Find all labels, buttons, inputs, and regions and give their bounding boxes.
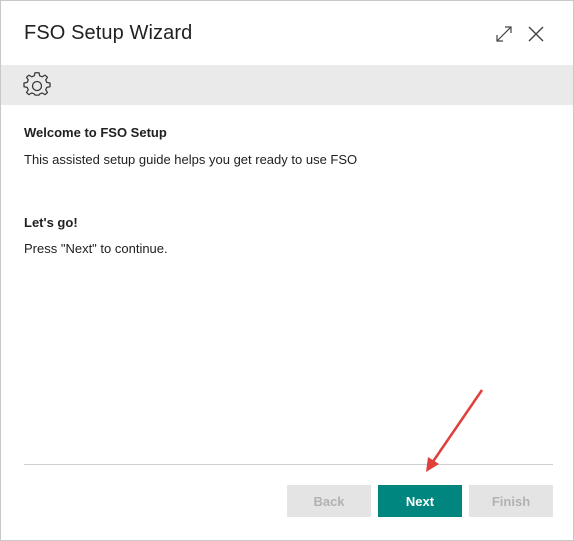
close-button[interactable]	[524, 22, 548, 46]
welcome-text: This assisted setup guide helps you get …	[24, 152, 358, 167]
footer-divider	[24, 464, 553, 465]
expand-button[interactable]	[492, 22, 516, 46]
setup-wizard-dialog: FSO Setup Wizard Welcome to FSO Setup Th…	[0, 0, 574, 541]
dialog-title: FSO Setup Wizard	[24, 22, 193, 44]
action-toolbar	[1, 65, 573, 105]
welcome-heading: Welcome to FSO Setup	[24, 125, 167, 140]
letsgo-text: Press "Next" to continue.	[24, 241, 168, 256]
expand-icon	[496, 26, 512, 42]
gear-icon[interactable]	[23, 72, 51, 100]
next-button[interactable]: Next	[378, 485, 462, 517]
finish-button[interactable]: Finish	[469, 485, 553, 517]
close-icon	[528, 26, 544, 42]
back-button[interactable]: Back	[287, 485, 371, 517]
letsgo-heading: Let's go!	[24, 215, 78, 230]
